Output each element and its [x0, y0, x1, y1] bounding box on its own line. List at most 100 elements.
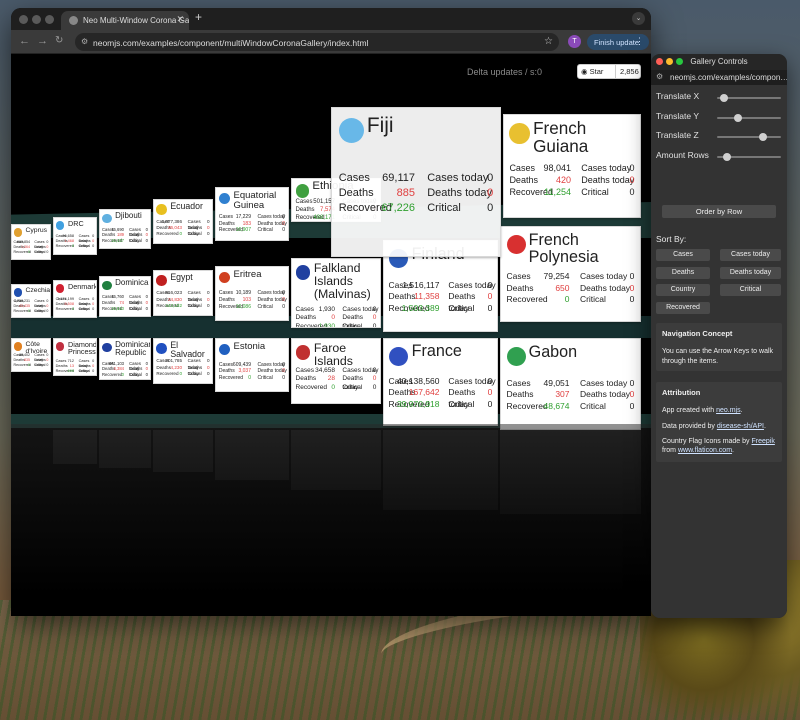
country-card[interactable]: Fiji Cases 69,117 Cases today 0 Deaths 885 Deat…	[331, 107, 501, 257]
slider-track[interactable]	[717, 152, 781, 161]
country-name: Gabon	[528, 342, 578, 361]
country-card[interactable]: French Guiana Cases 98,041 Cases today 0 Deat…	[503, 114, 641, 218]
site-settings-icon[interactable]: ⚙	[81, 37, 88, 46]
profile-avatar[interactable]: T	[568, 35, 581, 48]
country-card[interactable]: Egypt Cases 516,023 Cases today 0 Deaths 24,83…	[153, 270, 213, 316]
stat-value-deaths_today: 0	[282, 296, 286, 303]
country-card[interactable]: Gabon Cases 49,051 Cases today 0 Deaths 307 Dea…	[500, 338, 641, 430]
stat-label-critical: Critical	[187, 302, 202, 308]
controls-minimize-button[interactable]	[666, 58, 673, 65]
country-card[interactable]: Falkland Islands (Malvinas) Cases 1,930 Cas…	[291, 258, 381, 328]
stat-value-critical: 0	[629, 187, 635, 197]
country-name: Dominica	[115, 277, 149, 287]
stat-label-critical: Critical	[427, 201, 461, 214]
sort-deaths-button[interactable]: Deaths	[656, 267, 710, 279]
github-star-button[interactable]: ◉ Star 2,856	[577, 64, 641, 79]
country-card[interactable]: Czechia Cases 4,758,231 Cases today 0 Deaths 4…	[11, 284, 51, 318]
country-name: El Salvador	[170, 340, 205, 360]
egypt-flag-icon	[156, 275, 167, 286]
browser-menu-icon[interactable]: ⋮	[635, 36, 644, 47]
new-tab-button[interactable]: +	[195, 10, 202, 24]
order-by-row-button[interactable]: Order by Row	[662, 205, 776, 218]
browser-tab-active[interactable]: Neo Multi-Window Corona Ga… ✕	[61, 11, 189, 30]
bookmark-star-icon[interactable]: ☆	[544, 36, 553, 47]
country-card[interactable]: Dominica Cases 15,760 Cases today 0 Deaths 74 D…	[99, 276, 151, 317]
country-name: Equatorial Guinea	[233, 189, 277, 211]
sort-deaths-today-button[interactable]: Deaths today	[720, 267, 781, 279]
stat-label-cases_today: Cases today	[257, 213, 286, 220]
controls-titlebar: Gallery Controls	[651, 54, 787, 70]
reload-icon[interactable]: ↻	[55, 35, 63, 46]
sort-recovered-button[interactable]: Recovered	[656, 302, 710, 314]
stat-value-critical: 0	[207, 302, 210, 308]
country-card[interactable]: Equatorial Guinea Cases 17,229 Cases today 0…	[215, 187, 289, 241]
sort-cases-today-button[interactable]: Cases today	[720, 249, 781, 261]
url-input[interactable]: ⚙ neomjs.com/examples/component/multiWin…	[75, 33, 559, 51]
neo-mjs-link[interactable]: neo.mjs	[716, 407, 741, 414]
back-arrow-icon[interactable]: ←	[19, 35, 30, 47]
country-card[interactable]: Denmark Cases 3,174,199 Cases today 0 Deaths 8…	[53, 280, 97, 318]
slider-knob[interactable]	[719, 94, 728, 102]
slider-knob[interactable]	[722, 152, 731, 161]
country-card[interactable]: Diamond Princess Cases 712 Cases today 0 Deat…	[53, 338, 97, 376]
country-card[interactable]: Djibouti Cases 15,690 Cases today 0 Deaths 189…	[99, 209, 151, 249]
country-card[interactable]: El Salvador Cases 201,785 Cases today 0 Death…	[153, 338, 213, 384]
country-card[interactable]: French Polynesia Cases 79,254 Cases today 0 D…	[500, 226, 641, 322]
slider-track[interactable]	[717, 133, 781, 141]
stat-value-recovered: 0	[121, 372, 124, 378]
country-card[interactable]: Eritrea Cases 10,189 Cases today 0 Deaths 103 D…	[215, 266, 289, 321]
stat-value-recovered: 0	[248, 375, 251, 382]
country-name: French Guiana	[533, 119, 589, 157]
country-card[interactable]: Ecuador Cases 1,077,386 Cases today 0 Deaths 3…	[153, 199, 213, 244]
stat-value-recovered: 0	[28, 309, 30, 313]
stat-value-critical: 0	[372, 384, 377, 392]
stat-value-deaths: 885	[396, 186, 415, 199]
stat-value-cases_today: 0	[282, 213, 286, 220]
close-window-button[interactable]	[19, 15, 28, 24]
slider-track[interactable]	[717, 94, 781, 102]
tab-close-icon[interactable]: ✕	[176, 14, 184, 25]
estonia-flag-icon	[218, 343, 231, 355]
tab-title: Neo Multi-Window Corona Ga…	[83, 16, 189, 25]
stat-value-critical: 0	[487, 398, 493, 409]
maximize-window-button[interactable]	[45, 15, 54, 24]
eritrea-flag-icon	[218, 271, 231, 283]
slider-track[interactable]	[717, 113, 781, 122]
tab-search-chevron-icon[interactable]: ⌄	[632, 12, 645, 25]
stat-value-deaths_today: 0	[372, 375, 377, 383]
country-card[interactable]: Côte d'Ivoire Cases 88,402 Cases today 0 Deat…	[11, 338, 51, 372]
freepik-link[interactable]: Freepik	[752, 438, 775, 445]
flaticon-link[interactable]: www.flaticon.com	[678, 447, 732, 454]
country-card[interactable]: Dominican Republic Cases 661,103 Cases toda…	[99, 338, 151, 380]
minimize-window-button[interactable]	[32, 15, 41, 24]
stat-value-cases_today: 0	[629, 377, 635, 388]
github-star-count: 2,856	[615, 65, 639, 78]
finish-update-button[interactable]: Finish update ⋮	[587, 34, 649, 50]
country-card[interactable]: Faroe Islands Cases 34,658 Cases today 0 Deat…	[291, 338, 381, 404]
controls-url-bar[interactable]: ⚙ neomjs.com/examples/compon…	[651, 70, 787, 85]
controls-maximize-button[interactable]	[676, 58, 683, 65]
browser-window: Neo Multi-Window Corona Ga… ✕ + ⌄ ← → ↻ …	[11, 8, 651, 616]
sort-critical-button[interactable]: Critical	[720, 284, 781, 296]
country-card[interactable]: France Cases 40,138,560 Cases today 0 Deaths 1…	[383, 338, 498, 426]
slider-knob[interactable]	[733, 113, 742, 122]
stat-value-recovered: 0	[179, 370, 182, 376]
france-flag-icon	[388, 346, 409, 367]
sort-cases-button[interactable]: Cases	[656, 249, 710, 261]
slider-knob[interactable]	[759, 133, 767, 141]
stat-value-deaths_today: 0	[282, 368, 286, 375]
country-name: Fiji	[366, 114, 394, 138]
sort-country-button[interactable]: Country	[656, 284, 710, 296]
controls-site-settings-icon[interactable]: ⚙	[656, 72, 663, 81]
country-card[interactable]: Estonia Cases 609,439 Cases today 0 Deaths 3,0…	[215, 338, 289, 392]
country-card[interactable]: Cyprus Cases 660,854 Cases today 0 Deaths 1,36…	[11, 224, 51, 260]
country-card[interactable]: DRC Cases 96,658 Cases today 0 Deaths 1,468 Dea…	[53, 217, 97, 255]
finish-update-label: Finish update	[594, 38, 640, 47]
disease-sh-link[interactable]: disease-sh/API	[717, 423, 764, 430]
stat-label-cases: Cases	[509, 162, 535, 173]
stat-value-cases: 34,658	[315, 366, 335, 374]
stat-label-deaths_today: Deaths today	[579, 282, 631, 293]
forward-arrow-icon[interactable]: →	[37, 35, 48, 47]
controls-close-button[interactable]	[656, 58, 663, 65]
stat-value-cases_today: 0	[282, 290, 286, 297]
